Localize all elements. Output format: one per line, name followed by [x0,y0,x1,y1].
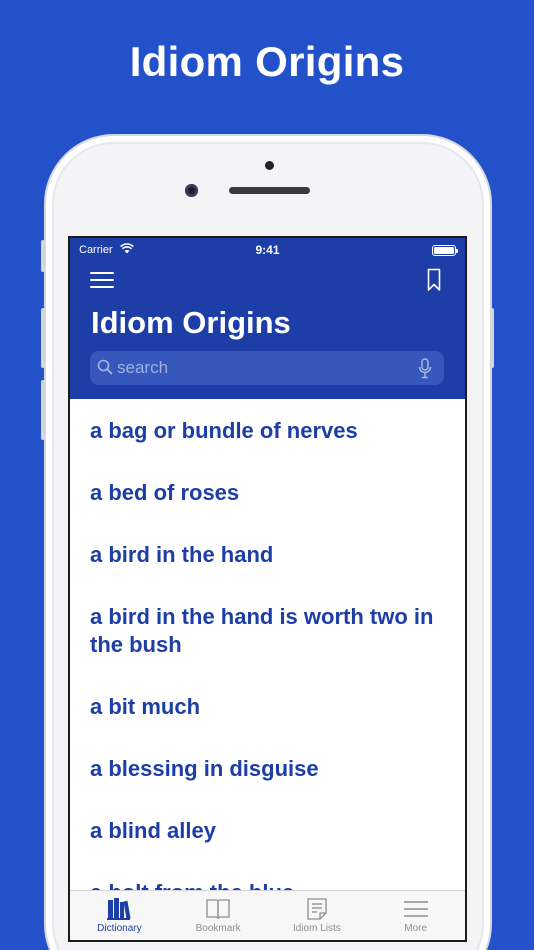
books-icon [107,898,131,920]
search-bar[interactable] [90,351,444,385]
tab-label: Idiom Lists [292,923,341,934]
tab-idiom-lists[interactable]: Idiom Lists [268,891,367,940]
search-input[interactable] [117,351,407,385]
search-icon [97,359,113,375]
tab-label: Bookmark [195,923,241,934]
tab-label: Dictionary [97,923,142,934]
list-item[interactable]: a bed of roses [70,479,465,507]
list-item[interactable]: a bag or bundle of nerves [70,417,465,445]
power-button [490,308,494,368]
tab-bookmark[interactable]: Bookmark [169,891,268,940]
mute-switch [41,240,45,272]
volume-down-button [41,380,45,440]
bookmark-button[interactable] [427,268,441,297]
page-title: Idiom Origins [91,305,291,340]
tab-label: More [404,923,428,934]
document-icon [307,898,327,920]
list-item[interactable]: a bird in the hand [70,541,465,569]
open-book-icon [206,899,230,920]
front-camera [185,184,198,197]
volume-up-button [41,308,45,368]
hamburger-line [90,272,114,274]
tab-more[interactable]: More [366,891,465,940]
menu-button[interactable] [90,272,116,292]
hamburger-line [90,286,114,288]
list-item[interactable]: a bit much [70,693,465,721]
proximity-sensor [265,161,274,170]
microphone-icon[interactable] [418,358,432,379]
phone-screen: Carrier 9:41 Idiom Origins search a bag … [68,236,467,942]
bookmark-icon [427,268,441,291]
tab-dictionary[interactable]: Dictionary [70,891,169,940]
tab-bar: Dictionary Bookmark Idiom Lists More [70,890,465,940]
list-item[interactable]: a blind alley [70,817,465,845]
hamburger-icon [403,901,428,917]
list-item[interactable]: a bird in the hand is worth two in the b… [70,603,465,659]
hamburger-line [90,279,114,281]
status-time: 9:41 [255,243,280,257]
status-bar: Carrier 9:41 [70,238,465,262]
battery-icon [432,245,458,256]
promo-headline: Idiom Origins [129,38,405,85]
list-item[interactable]: a blessing in disguise [70,755,465,783]
navigation-bar: Carrier 9:41 Idiom Origins [70,238,465,399]
earpiece-speaker [229,187,310,194]
